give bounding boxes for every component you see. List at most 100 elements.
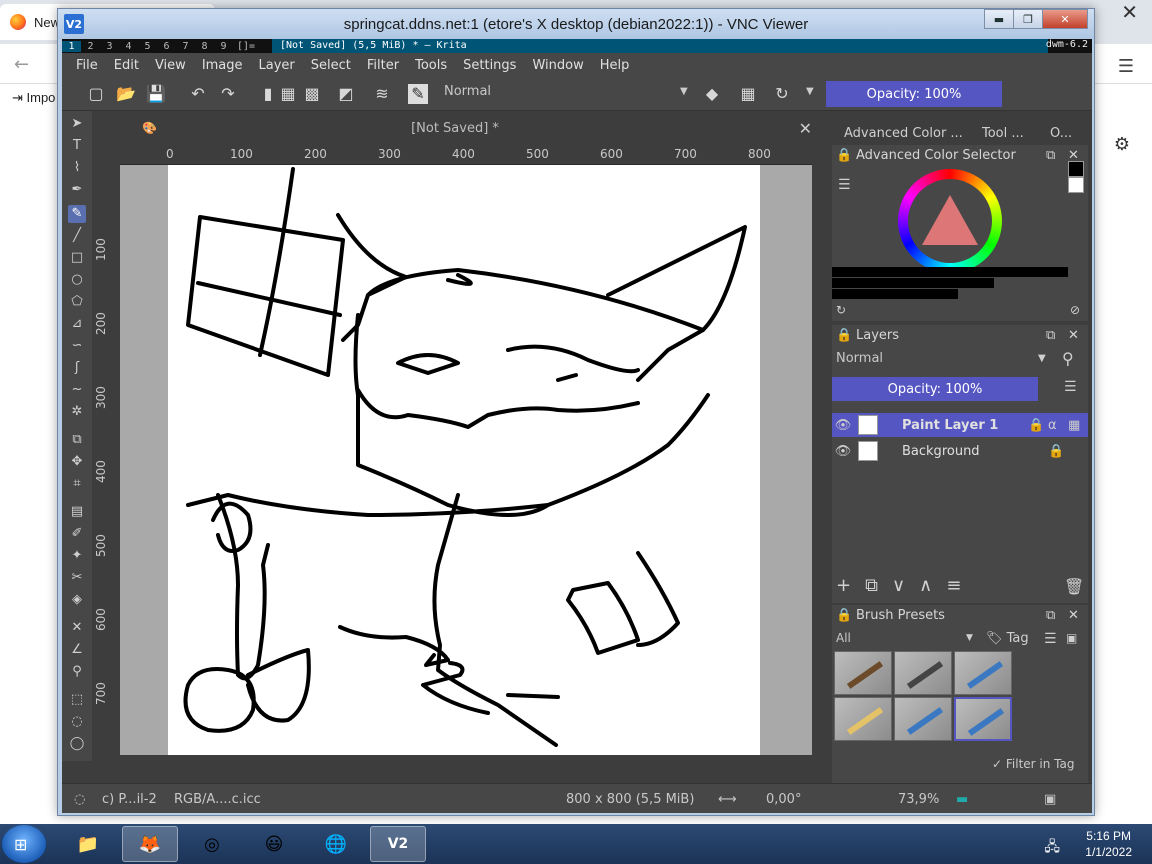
remote-desktop[interactable]: 1 2 3 4 5 6 7 8 9 []= [Not Saved] (5,5 M… [62,39,1092,813]
menu-filter[interactable]: Filter [367,58,399,73]
firefox-alt-taskbar-icon[interactable]: 🌐 [308,826,364,862]
close-icon[interactable]: ✕ [1068,605,1079,627]
close-document-icon[interactable]: ✕ [799,119,812,138]
inherit-alpha-icon[interactable]: ▦ [1068,418,1088,433]
pattern-noise-icon[interactable]: ▩ [302,84,322,104]
brush-preset[interactable] [834,651,892,695]
lock-icon[interactable]: 🔒 [836,145,852,167]
minimize-button[interactable]: ▬ [984,9,1014,29]
file-explorer-icon[interactable]: 📁 [60,826,116,862]
dwm-layout[interactable]: []= [237,41,255,52]
hamburger-menu-icon[interactable]: ☰ [1118,56,1134,77]
menu-icon[interactable]: ☰ [1044,631,1057,647]
menu-window[interactable]: Window [532,58,583,73]
save-icon[interactable]: 💾 [146,84,166,104]
multibrush-tool-icon[interactable]: ✲ [68,403,86,421]
menu-icon[interactable]: ☰ [1064,379,1077,395]
alpha-icon[interactable]: α [1048,418,1068,433]
menu-help[interactable]: Help [600,58,630,73]
foreground-color-swatch[interactable] [1068,161,1084,177]
chevron-down-icon[interactable]: ▼ [966,633,973,643]
float-icon[interactable]: ⧉ [1046,605,1055,627]
dwm-tag-6[interactable]: 6 [157,41,176,52]
dwm-tag-2[interactable]: 2 [81,41,100,52]
lock-icon[interactable]: 🔒 [1048,444,1068,459]
new-document-icon[interactable]: ▢ [86,84,106,104]
undo-icon[interactable]: ↶ [188,84,208,104]
refresh-icon[interactable]: ↻ [836,303,846,317]
delete-layer-icon[interactable]: 🗑 [1064,577,1084,596]
layer-name[interactable]: Background [884,444,1048,459]
pattern-icon[interactable]: ▦ [278,84,298,104]
lock-icon[interactable]: 🔒 [836,605,852,627]
line-tool-icon[interactable]: ╱ [68,227,86,245]
layer-opacity-slider[interactable]: Opacity: 100% [832,377,1038,401]
lasso-select-tool-icon[interactable]: ◯ [68,735,86,753]
filter-in-tag-checkbox[interactable]: ✓ Filter in Tag [992,757,1074,771]
assistant-tool-icon[interactable]: ✂ [68,569,86,587]
brush-preset-selected[interactable] [954,697,1012,741]
bookmark-import[interactable]: ⇥ Impo [12,90,55,106]
dynamic-brush-tool-icon[interactable]: ~ [68,381,86,399]
dwm-tag-4[interactable]: 4 [119,41,138,52]
color-strip[interactable] [832,289,958,299]
tab-tool-options[interactable]: Tool ... [982,126,1024,141]
fg-bg-colors-icon[interactable]: ◩ [336,84,356,104]
brush-preset[interactable] [894,697,952,741]
crop-tool-icon[interactable]: ⌗ [68,475,86,493]
fill-tool-icon[interactable]: ◈ [68,591,86,609]
reload-preset-icon[interactable]: ↻ [772,84,792,104]
polygon-tool-icon[interactable]: ⬠ [68,293,86,311]
list-icon[interactable]: ☰ [838,177,851,193]
blend-mode-select[interactable]: Normal [444,84,491,99]
move-layer-down-icon[interactable]: ∨ [892,575,905,596]
float-icon[interactable]: ⧉ [1046,145,1055,167]
open-folder-icon[interactable]: 📂 [116,84,136,104]
preset-filter-select[interactable]: All [836,631,851,645]
close-icon[interactable]: ✕ [1121,0,1138,24]
dwm-tag-7[interactable]: 7 [176,41,195,52]
assistant-tool-icon[interactable]: ✕ [68,619,86,637]
dwm-tag-8[interactable]: 8 [195,41,214,52]
color-history-strips[interactable] [832,267,1068,301]
color-strip[interactable] [832,267,1068,277]
rect-select-tool-icon[interactable]: ⬚ [68,691,86,709]
move-layer-up-icon[interactable]: ∧ [919,575,932,596]
close-button[interactable]: ✕ [1042,9,1088,29]
layer-row-paint-layer-1[interactable]: 👁 Paint Layer 1 🔒 α ▦ [832,413,1088,437]
select-shapes-tool-icon[interactable]: ➤ [68,115,86,133]
dwm-tag-5[interactable]: 5 [138,41,157,52]
opacity-slider[interactable]: Opacity: 100% [826,81,1002,107]
eye-icon[interactable]: 👁 [832,418,854,433]
ellipse-tool-icon[interactable]: ○ [68,271,86,289]
freehand-path-tool-icon[interactable]: ʃ [68,359,86,377]
add-layer-icon[interactable]: + [836,575,851,596]
menu-view[interactable]: View [155,58,186,73]
dwm-tag-1[interactable]: 1 [62,40,81,52]
brush-settings-icon[interactable]: ≋ [372,84,392,104]
layer-properties-icon[interactable]: ≡ [946,575,961,596]
start-button[interactable]: ⊞ [2,825,46,863]
redo-icon[interactable]: ↷ [218,84,238,104]
layer-name[interactable]: Paint Layer 1 [884,418,1028,433]
chevron-down-icon[interactable]: ▼ [680,86,688,97]
menu-image[interactable]: Image [202,58,243,73]
chrome-taskbar-icon[interactable]: ◎ [184,826,240,862]
brush-preset-icon[interactable]: ✎ [408,84,428,104]
gradient-tool-icon[interactable]: ▤ [68,503,86,521]
gear-icon[interactable]: ⚙ [1114,134,1130,155]
polyline-tool-icon[interactable]: ⊿ [68,315,86,333]
menu-file[interactable]: File [76,58,98,73]
fullscreen-icon[interactable]: ▣ [1044,792,1056,807]
edit-shapes-tool-icon[interactable]: ⌇ [68,159,86,177]
filter-icon[interactable]: ⚲ [1062,349,1074,368]
canvas-background[interactable] [120,165,812,755]
transform-tool-icon[interactable]: ⧉ [68,431,86,449]
lock-icon[interactable]: 🔒 [836,325,852,347]
duplicate-layer-icon[interactable]: ⧉ [865,575,878,596]
move-tool-icon[interactable]: ✥ [68,453,86,471]
color-wheel[interactable] [898,169,1002,273]
float-icon[interactable]: ⧉ [1046,325,1055,347]
layer-blend-mode[interactable]: Normal [836,351,883,366]
color-triangle[interactable] [922,195,978,245]
